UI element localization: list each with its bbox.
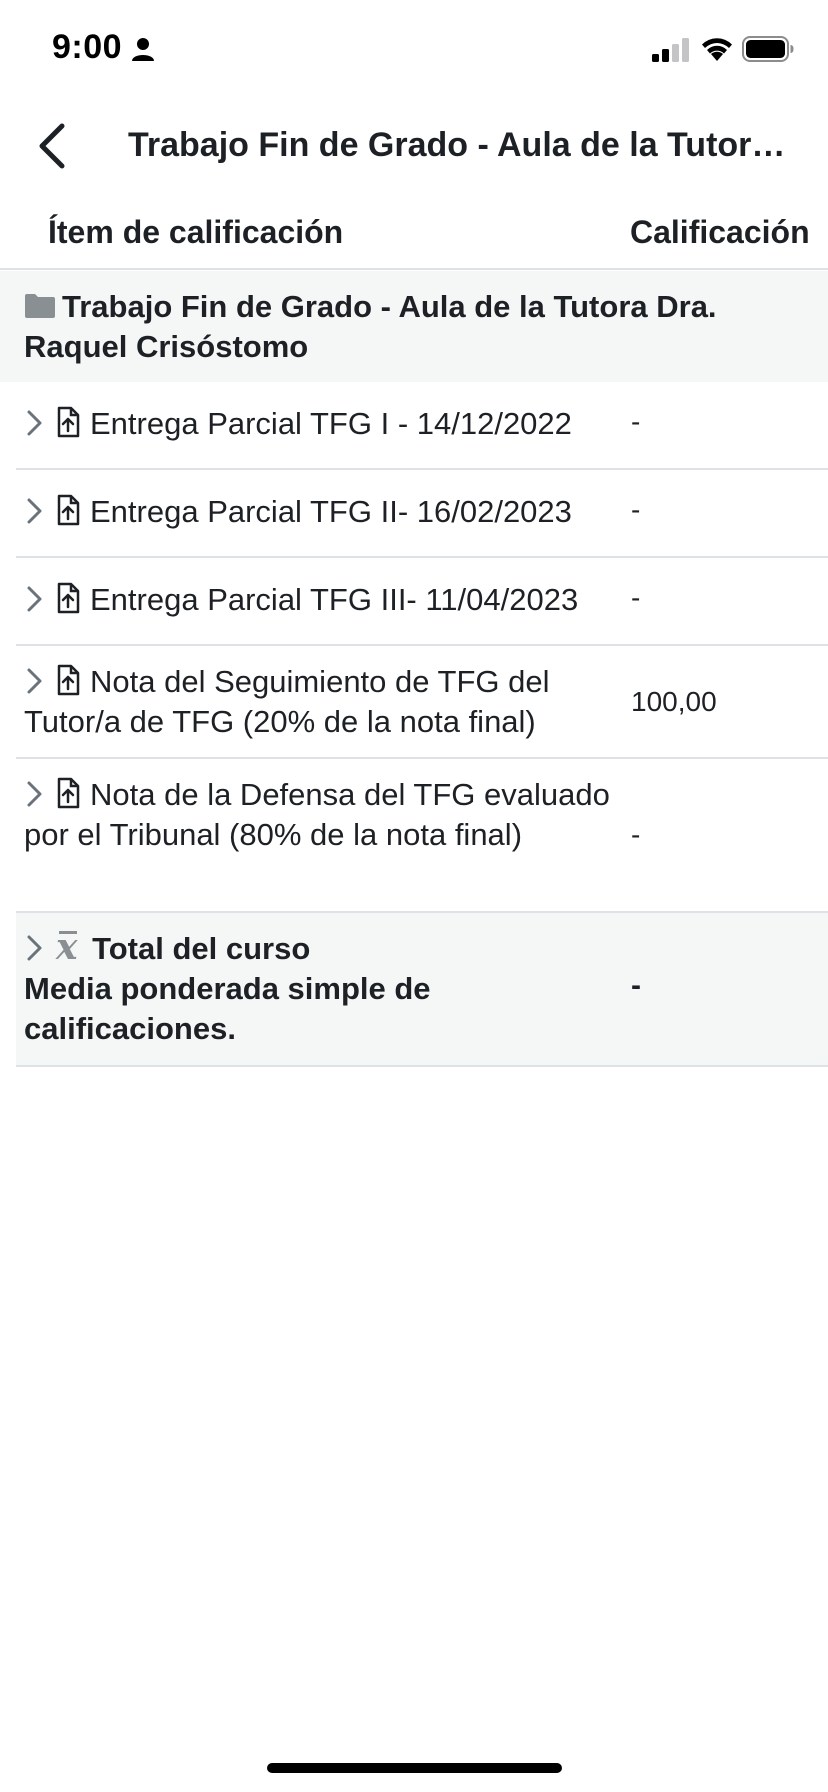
grade-item-name: Nota de la Defensa del TFG evaluado por … [24, 775, 624, 855]
category-title-line: Trabajo Fin de Grado - Aula de la Tutora… [24, 287, 768, 367]
column-header-grade: Calificación [630, 214, 810, 250]
back-button[interactable] [30, 120, 80, 172]
assignment-upload-icon [57, 406, 80, 438]
chevron-right-icon [27, 935, 42, 961]
battery-icon [742, 36, 794, 62]
status-time: 9:00 [52, 28, 123, 66]
grade-category-row: Trabajo Fin de Grado - Aula de la Tutora… [0, 271, 828, 382]
grade-item-name: Nota del Seguimiento de TFG del Tutor/a … [24, 662, 624, 742]
status-bar: 9:00 [0, 0, 828, 100]
course-total-title: Total del curso [92, 931, 311, 966]
grades-table-header: Ítem de calificación Calificación [0, 200, 828, 270]
assignment-upload-icon [57, 664, 80, 696]
grade-value: - [631, 406, 641, 437]
grade-item-row[interactable]: Nota de la Defensa del TFG evaluado por … [16, 759, 828, 913]
chevron-right-icon [27, 668, 42, 694]
page-title: Trabajo Fin de Grado - Aula de la Tutora… [128, 126, 788, 164]
grade-item-label: Nota del Seguimiento de TFG del Tutor/a … [24, 664, 550, 739]
assignment-upload-icon [57, 494, 80, 526]
assignment-upload-icon [57, 777, 80, 809]
grade-item-label: Entrega Parcial TFG II- 16/02/2023 [90, 494, 572, 529]
grade-value: - [631, 494, 641, 525]
wifi-icon [702, 38, 732, 61]
grade-item-label: Entrega Parcial TFG III- 11/04/2023 [90, 582, 579, 617]
chevron-right-icon [27, 781, 42, 807]
person-icon [132, 38, 154, 61]
course-total-name: x Total del curso Media ponderada simple… [24, 927, 624, 1049]
folder-icon [25, 294, 55, 318]
grades-screen: 9:00 Trabajo Fin de Grado - Aula de la T… [0, 0, 828, 1792]
grade-item-label: Entrega Parcial TFG I - 14/12/2022 [90, 406, 572, 441]
home-indicator[interactable] [267, 1763, 562, 1773]
grade-item-name: Entrega Parcial TFG III- 11/04/2023 [24, 580, 624, 620]
chevron-left-icon [39, 123, 65, 169]
grade-item-row[interactable]: Entrega Parcial TFG III- 11/04/2023 - [16, 558, 828, 646]
category-title: Trabajo Fin de Grado - Aula de la Tutora… [24, 289, 717, 364]
column-header-item: Ítem de calificación [48, 214, 344, 250]
course-total-grade: - [631, 969, 641, 1002]
grade-value: - [631, 819, 641, 850]
grade-item-name: Entrega Parcial TFG I - 14/12/2022 [24, 404, 624, 444]
grade-value: 100,00 [631, 686, 717, 717]
grade-item-name: Entrega Parcial TFG II- 16/02/2023 [24, 492, 624, 532]
grade-item-row[interactable]: Nota del Seguimiento de TFG del Tutor/a … [16, 646, 828, 759]
assignment-upload-icon [57, 582, 80, 614]
grade-item-row[interactable]: Entrega Parcial TFG II- 16/02/2023 - [16, 470, 828, 558]
grade-value: - [631, 582, 641, 613]
navigation-bar: Trabajo Fin de Grado - Aula de la Tutora… [0, 100, 828, 192]
cellular-signal-icon [652, 38, 689, 62]
course-total-description: Media ponderada simple de calificaciones… [24, 971, 431, 1046]
grade-item-label: Nota de la Defensa del TFG evaluado por … [24, 777, 610, 852]
chevron-right-icon [27, 586, 42, 612]
chevron-right-icon [27, 410, 42, 436]
chevron-right-icon [27, 498, 42, 524]
course-total-row[interactable]: x Total del curso Media ponderada simple… [16, 913, 828, 1067]
grade-item-row[interactable]: Entrega Parcial TFG I - 14/12/2022 - [16, 382, 828, 470]
mean-xbar-icon: x [56, 926, 78, 968]
